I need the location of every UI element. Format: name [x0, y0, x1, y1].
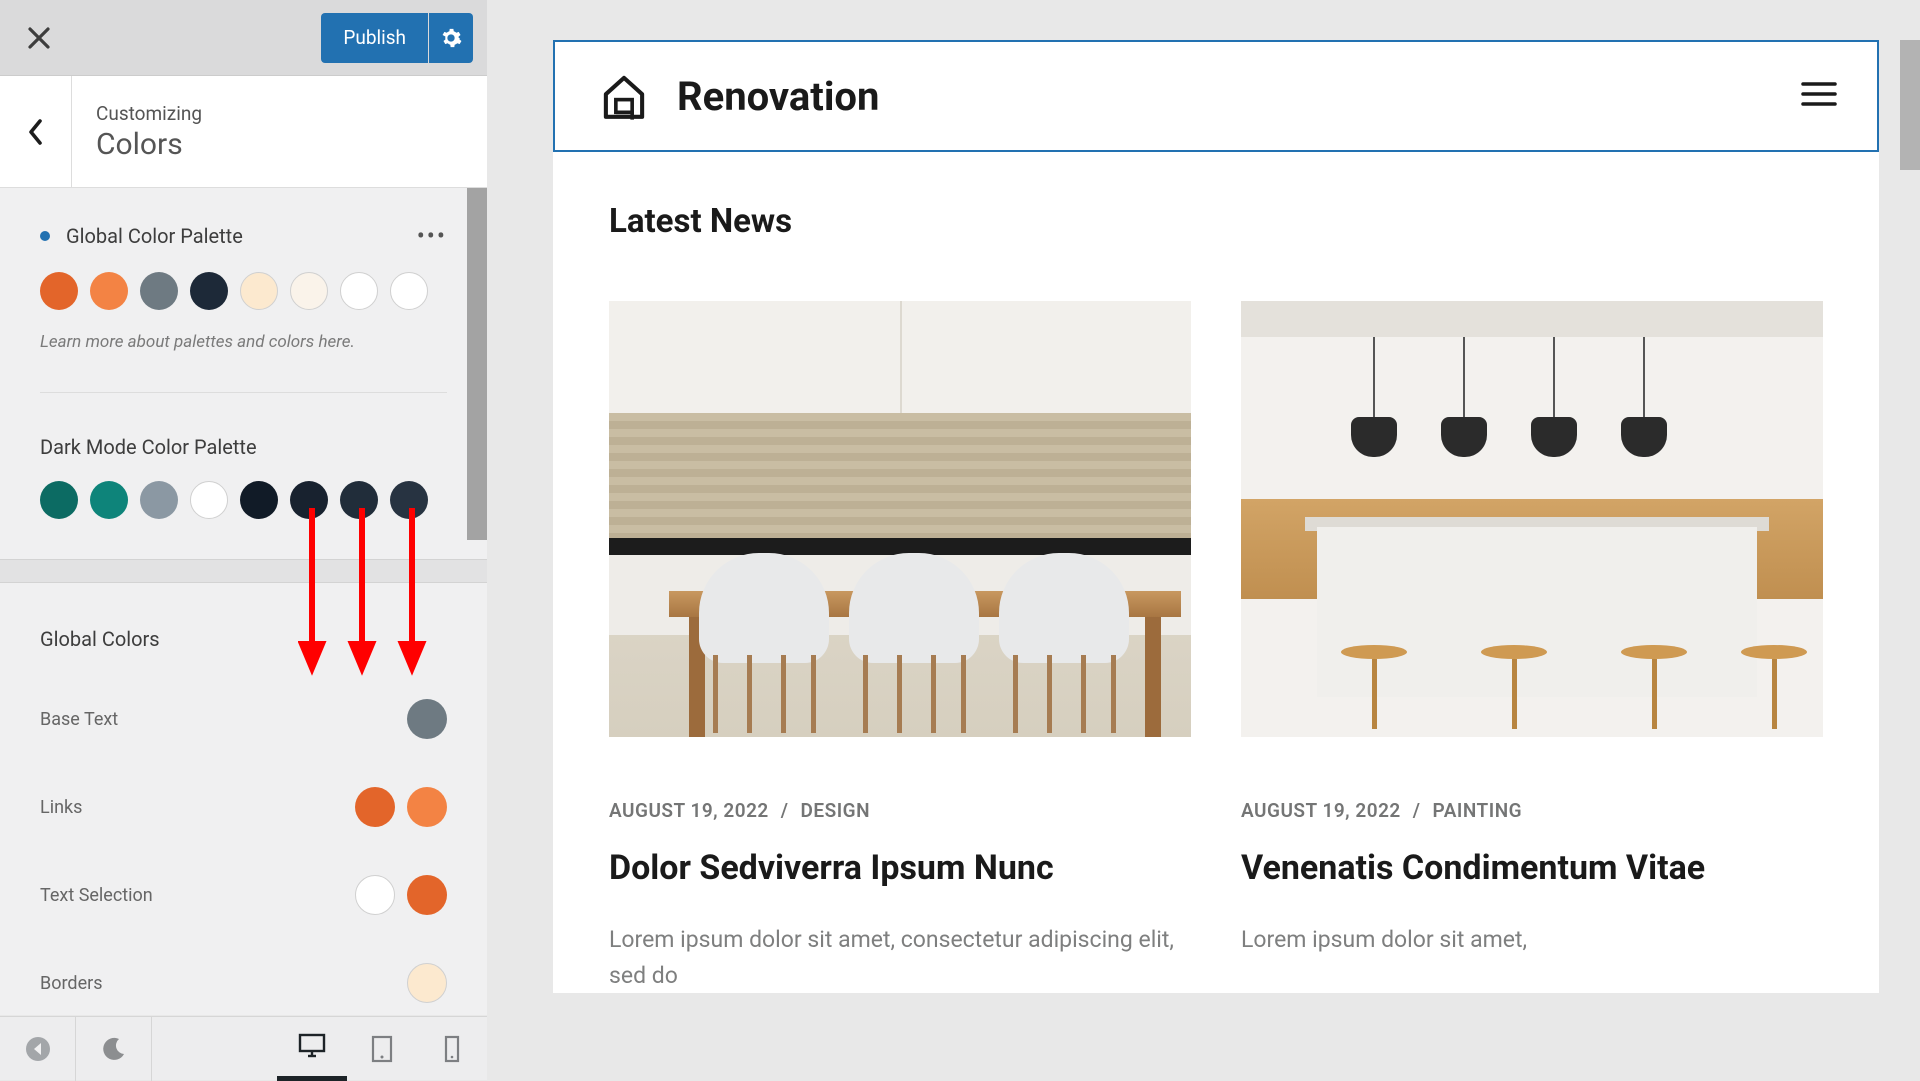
global-color-label: Text Selection [40, 885, 153, 906]
annotation-arrows-icon [298, 508, 438, 683]
desktop-icon [298, 1033, 326, 1059]
global-color-swatch[interactable] [407, 963, 447, 1003]
global-swatch-4[interactable] [240, 272, 278, 310]
hamburger-icon [1801, 80, 1837, 108]
menu-toggle-button[interactable] [1801, 80, 1837, 112]
device-mobile-button[interactable] [417, 1017, 487, 1081]
section-heading: Latest News [609, 202, 1823, 241]
global-swatch-7[interactable] [390, 272, 428, 310]
post-card[interactable]: AUGUST 19, 2022/PAINTING Venenatis Condim… [1241, 301, 1823, 993]
scrollbar-thumb[interactable] [467, 188, 487, 540]
global-color-swatch[interactable] [407, 875, 447, 915]
global-color-row: Text Selection [40, 875, 447, 915]
post-meta: AUGUST 19, 2022/DESIGN [609, 799, 1191, 822]
global-color-swatch[interactable] [355, 787, 395, 827]
panel-scroll-region[interactable]: Global Color Palette ••• Learn more abou… [0, 188, 487, 1015]
active-indicator-icon [40, 231, 50, 241]
device-desktop-button[interactable] [277, 1017, 347, 1081]
logo-icon [595, 67, 653, 125]
global-colors-title: Global Colors [40, 627, 447, 651]
post-title[interactable]: Dolor Sedviverra Ipsum Nunc [609, 846, 1191, 890]
divider [40, 392, 447, 393]
site-preview: Renovation Latest News AUGUST 19, 2022/D… [553, 40, 1879, 993]
post-category[interactable]: DESIGN [801, 799, 871, 822]
palette-more-button[interactable]: ••• [417, 222, 447, 250]
dark-swatch-5[interactable] [290, 481, 328, 519]
post-date: AUGUST 19, 2022 [609, 799, 769, 822]
global-color-row: Base Text [40, 699, 447, 739]
customizing-label: Customizing [96, 102, 202, 125]
chevron-left-icon [27, 118, 45, 146]
preview-pane: Renovation Latest News AUGUST 19, 2022/D… [503, 0, 1920, 1080]
publish-button[interactable]: Publish [321, 13, 428, 63]
dark-swatch-1[interactable] [90, 481, 128, 519]
section-divider [0, 559, 487, 583]
global-color-row: Links [40, 787, 447, 827]
dark-palette-title: Dark Mode Color Palette [40, 435, 447, 459]
global-swatch-3[interactable] [190, 272, 228, 310]
dark-swatch-4[interactable] [240, 481, 278, 519]
global-swatch-0[interactable] [40, 272, 78, 310]
device-tablet-button[interactable] [347, 1017, 417, 1081]
dark-swatch-7[interactable] [390, 481, 428, 519]
mobile-icon [444, 1035, 460, 1063]
global-color-swatch[interactable] [407, 787, 447, 827]
section-title: Colors [96, 127, 202, 162]
customizer-topbar: Publish [0, 0, 487, 76]
global-palette-block: Global Color Palette ••• Learn more abou… [40, 188, 447, 352]
post-meta: AUGUST 19, 2022/PAINTING [1241, 799, 1823, 822]
moon-icon [101, 1036, 127, 1062]
post-date: AUGUST 19, 2022 [1241, 799, 1401, 822]
site-name[interactable]: Renovation [677, 73, 879, 120]
dark-mode-toggle-button[interactable] [76, 1017, 152, 1081]
global-color-label: Base Text [40, 709, 118, 730]
dark-swatch-3[interactable] [190, 481, 228, 519]
site-header[interactable]: Renovation [553, 40, 1879, 152]
gear-icon [440, 27, 462, 49]
post-card[interactable]: AUGUST 19, 2022/DESIGN Dolor Sedviverra I… [609, 301, 1191, 993]
customizer-sidebar: Publish Customizing Colors Global Color … [0, 0, 487, 1015]
post-image[interactable] [609, 301, 1191, 737]
customizer-footer [0, 1016, 487, 1080]
global-color-row: Borders [40, 963, 447, 1003]
section-header: Customizing Colors [0, 76, 487, 188]
dark-swatch-6[interactable] [340, 481, 378, 519]
global-swatch-2[interactable] [140, 272, 178, 310]
triangle-left-icon [25, 1036, 51, 1062]
hide-controls-button[interactable] [0, 1017, 76, 1081]
global-color-label: Links [40, 797, 82, 818]
global-color-swatch[interactable] [407, 699, 447, 739]
global-swatch-5[interactable] [290, 272, 328, 310]
publish-settings-button[interactable] [429, 13, 473, 63]
palette-hint[interactable]: Learn more about palettes and colors her… [40, 332, 447, 352]
global-swatch-row [40, 272, 447, 310]
post-excerpt: Lorem ipsum dolor sit amet, consectetur … [609, 922, 1191, 993]
preview-scrollbar-thumb[interactable] [1900, 40, 1920, 170]
post-excerpt: Lorem ipsum dolor sit amet, [1241, 922, 1823, 958]
tablet-icon [371, 1035, 393, 1063]
global-swatch-6[interactable] [340, 272, 378, 310]
post-image[interactable] [1241, 301, 1823, 737]
post-title[interactable]: Venenatis Condimentum Vitae [1241, 846, 1823, 890]
post-category[interactable]: PAINTING [1433, 799, 1523, 822]
close-customizer-button[interactable] [14, 13, 64, 63]
global-swatch-1[interactable] [90, 272, 128, 310]
global-palette-title: Global Color Palette [66, 224, 243, 248]
close-icon [28, 27, 50, 49]
dark-swatch-row [40, 481, 447, 519]
global-color-label: Borders [40, 973, 103, 994]
dark-swatch-2[interactable] [140, 481, 178, 519]
global-color-swatch[interactable] [355, 875, 395, 915]
back-button[interactable] [0, 76, 72, 188]
dark-swatch-0[interactable] [40, 481, 78, 519]
